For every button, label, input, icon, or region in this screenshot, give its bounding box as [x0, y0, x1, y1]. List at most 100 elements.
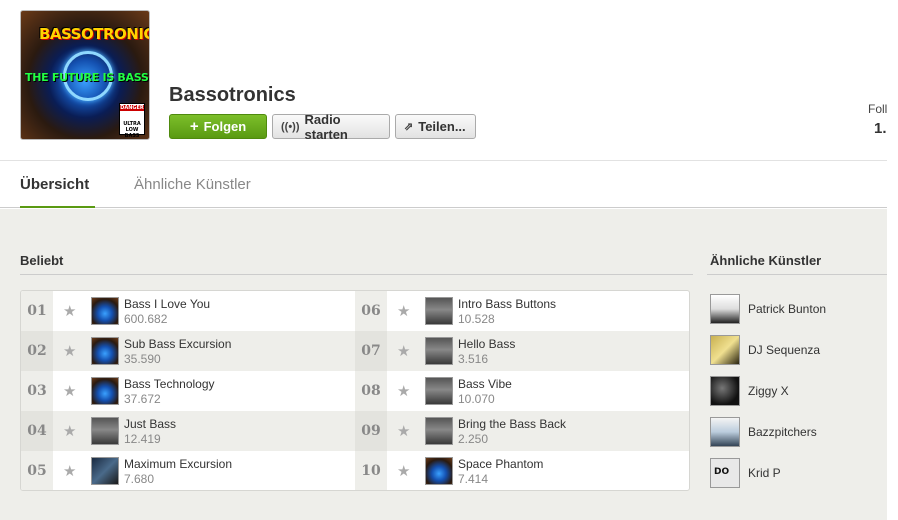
similar-artist-item[interactable]: Ziggy X	[707, 372, 887, 413]
track-play-count: 35.590	[124, 352, 161, 366]
track-play-count: 2.250	[458, 432, 489, 446]
track-play-count: 3.516	[458, 352, 489, 366]
artist-avatar[interactable]: DO	[710, 458, 740, 488]
track-thumbnail[interactable]	[91, 417, 119, 445]
track-rank: 02	[21, 331, 53, 371]
track-rank: 10	[355, 451, 387, 490]
track-title[interactable]: Bass Technology	[124, 377, 215, 391]
track-row[interactable]: 01 ★ Bass I Love You 600.682	[21, 291, 355, 331]
artist-logo-text: DO	[714, 467, 730, 477]
similar-artist-item[interactable]: Bazzpitchers	[707, 413, 887, 454]
track-rank: 08	[355, 371, 387, 411]
track-title[interactable]: Hello Bass	[458, 337, 515, 351]
radio-label: Radio starten	[304, 111, 348, 142]
track-thumbnail[interactable]	[425, 377, 453, 405]
track-row[interactable]: 06 ★ Intro Bass Buttons 10.528	[355, 291, 689, 331]
similar-artist-item[interactable]: DO Krid P	[707, 454, 887, 495]
track-play-count: 600.682	[124, 312, 168, 326]
track-thumbnail[interactable]	[425, 297, 453, 325]
star-icon[interactable]: ★	[63, 462, 76, 480]
share-label: Teilen...	[418, 119, 466, 134]
popular-title: Beliebt	[20, 253, 64, 268]
similar-artist-name[interactable]: Patrick Bunton	[748, 302, 826, 316]
track-row[interactable]: 02 ★ Sub Bass Excursion 35.590	[21, 331, 355, 371]
artist-cover: BASSOTRONICS THE FUTURE IS BASS DANGER U…	[20, 10, 150, 140]
cover-title: BASSOTRONICS	[39, 25, 149, 43]
tab-similar-artists[interactable]: Ähnliche Künstler	[134, 176, 251, 193]
track-rank: 01	[21, 291, 53, 331]
star-icon[interactable]: ★	[397, 462, 410, 480]
similar-artist-name[interactable]: Krid P	[748, 466, 781, 480]
track-rank: 07	[355, 331, 387, 371]
track-play-count: 37.672	[124, 392, 161, 406]
similar-artist-item[interactable]: Patrick Bunton	[707, 290, 887, 331]
follow-button[interactable]: + Folgen	[169, 114, 267, 139]
track-row[interactable]: 07 ★ Hello Bass 3.516	[355, 331, 689, 371]
track-row[interactable]: 09 ★ Bring the Bass Back 2.250	[355, 411, 689, 451]
track-row[interactable]: 10 ★ Space Phantom 7.414	[355, 451, 689, 490]
artist-avatar[interactable]	[710, 417, 740, 447]
track-title[interactable]: Bring the Bass Back	[458, 417, 566, 431]
track-title[interactable]: Just Bass	[124, 417, 176, 431]
star-icon[interactable]: ★	[397, 382, 410, 400]
track-play-count: 7.680	[124, 472, 155, 486]
track-rank: 04	[21, 411, 53, 451]
star-icon[interactable]: ★	[63, 302, 76, 320]
tracks-column-left: 01 ★ Bass I Love You 600.682 02 ★ Sub Bass Exc…	[21, 291, 355, 490]
popular-tracks-list: 01 ★ Bass I Love You 600.682 02 ★ Sub Bass Exc…	[20, 290, 690, 491]
track-rank: 09	[355, 411, 387, 451]
star-icon[interactable]: ★	[397, 422, 410, 440]
similar-artist-name[interactable]: DJ Sequenza	[748, 343, 820, 357]
active-tab-indicator	[20, 206, 95, 208]
follow-label: Folgen	[203, 119, 247, 134]
similar-artist-name[interactable]: Ziggy X	[748, 384, 789, 398]
artist-avatar[interactable]	[710, 335, 740, 365]
star-icon[interactable]: ★	[63, 382, 76, 400]
artist-avatar[interactable]	[710, 376, 740, 406]
artist-avatar[interactable]	[710, 294, 740, 324]
share-button[interactable]: ⇗ Teilen...	[395, 114, 476, 139]
track-title[interactable]: Maximum Excursion	[124, 457, 232, 471]
tab-bar: Übersicht Ähnliche Künstler	[0, 160, 887, 208]
track-row[interactable]: 05 ★ Maximum Excursion 7.680	[21, 451, 355, 490]
track-row[interactable]: 03 ★ Bass Technology 37.672	[21, 371, 355, 411]
track-thumbnail[interactable]	[91, 457, 119, 485]
tab-overview[interactable]: Übersicht	[20, 176, 89, 193]
track-rank: 05	[21, 451, 53, 490]
track-thumbnail[interactable]	[91, 337, 119, 365]
track-play-count: 12.419	[124, 432, 161, 446]
track-thumbnail[interactable]	[425, 337, 453, 365]
similar-artist-item[interactable]: DJ Sequenza	[707, 331, 887, 372]
similar-title: Ähnliche Künstler	[710, 253, 822, 268]
radio-icon: ((•))	[281, 120, 300, 133]
track-title[interactable]: Space Phantom	[458, 457, 543, 471]
tracks-column-right: 06 ★ Intro Bass Buttons 10.528 07 ★ Hello Bass…	[355, 291, 689, 490]
track-title[interactable]: Sub Bass Excursion	[124, 337, 231, 351]
track-title[interactable]: Intro Bass Buttons	[458, 297, 556, 311]
track-play-count: 7.414	[458, 472, 489, 486]
cover-subtitle: THE FUTURE IS BASS	[25, 71, 149, 84]
track-row[interactable]: 08 ★ Bass Vibe 10.070	[355, 371, 689, 411]
track-thumbnail[interactable]	[425, 457, 453, 485]
danger-badge: DANGER ULTRA LOW BASS	[119, 103, 145, 139]
star-icon[interactable]: ★	[63, 422, 76, 440]
start-radio-button[interactable]: ((•)) Radio starten	[272, 111, 390, 142]
main-content: Beliebt 01 ★ Bass I Love You 600.682 02 ★ Sub …	[0, 209, 887, 520]
similar-divider	[707, 274, 887, 275]
followers-label: Foll	[868, 102, 888, 116]
track-rank: 06	[355, 291, 387, 331]
track-title[interactable]: Bass I Love You	[124, 297, 210, 311]
star-icon[interactable]: ★	[397, 342, 410, 360]
star-icon[interactable]: ★	[397, 302, 410, 320]
track-thumbnail[interactable]	[91, 377, 119, 405]
track-thumbnail[interactable]	[425, 417, 453, 445]
star-icon[interactable]: ★	[63, 342, 76, 360]
share-icon: ⇗	[404, 121, 414, 133]
artist-header: BASSOTRONICS THE FUTURE IS BASS DANGER U…	[0, 0, 887, 160]
track-thumbnail[interactable]	[91, 297, 119, 325]
similar-artist-name[interactable]: Bazzpitchers	[748, 425, 817, 439]
artist-name: Bassotronics	[169, 84, 296, 106]
track-title[interactable]: Bass Vibe	[458, 377, 512, 391]
plus-icon: +	[189, 118, 199, 135]
track-row[interactable]: 04 ★ Just Bass 12.419	[21, 411, 355, 451]
